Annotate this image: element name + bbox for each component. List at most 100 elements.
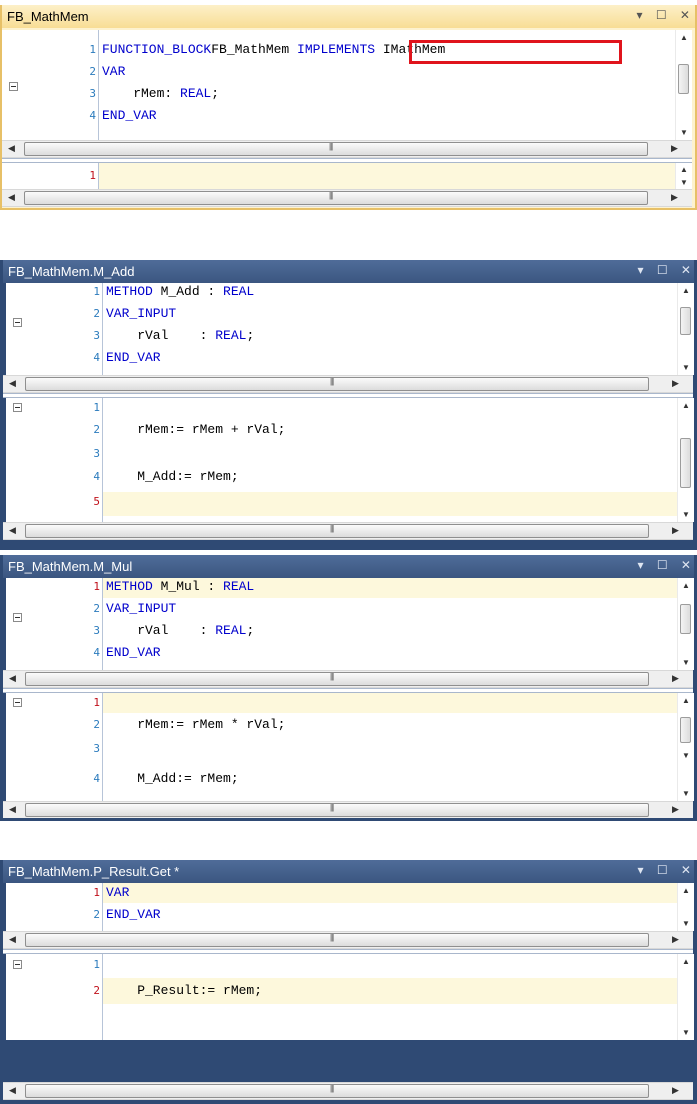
- scroll-thumb[interactable]: [25, 672, 649, 686]
- scroll-up-icon[interactable]: ▲: [680, 33, 688, 42]
- scroll-up-icon[interactable]: ▲: [682, 696, 690, 705]
- declaration-pane[interactable]: 1 METHOD M_Add : REAL 2 VAR_INPUT 3 rVal…: [6, 283, 694, 375]
- scroll-thumb[interactable]: [25, 1084, 649, 1098]
- implementation-pane[interactable]: 1 2 P_Result:= rMem; ▲ ▼: [6, 954, 694, 1040]
- scroll-thumb[interactable]: [24, 142, 648, 156]
- fold-minus-icon[interactable]: [13, 698, 22, 707]
- window-title-bar[interactable]: FB_MathMem.P_Result.Get * ▾ ☐ ✕: [3, 860, 694, 883]
- window-buttons[interactable]: ▾ ☐ ✕: [636, 8, 695, 22]
- implementation-pane[interactable]: 1 ▲ ▼: [2, 163, 692, 189]
- scroll-down-icon[interactable]: ▼: [682, 751, 690, 760]
- scroll-down-icon[interactable]: ▼: [680, 128, 688, 137]
- horizontal-scrollbar[interactable]: ◀ ||| ▶: [2, 140, 692, 158]
- declaration-pane[interactable]: 1 VAR 2 END_VAR ▲ ▼: [6, 883, 694, 931]
- scroll-left-icon[interactable]: ◀: [9, 934, 16, 945]
- scroll-down-icon[interactable]: ▼: [682, 363, 690, 372]
- scroll-right-icon[interactable]: ▶: [672, 1085, 679, 1096]
- code-line[interactable]: P_Result:= rMem;: [106, 983, 678, 998]
- horizontal-scrollbar[interactable]: ◀ ||| ▶: [3, 931, 693, 949]
- scroll-down-icon[interactable]: ▼: [682, 510, 690, 519]
- code-line[interactable]: VAR_INPUT: [106, 306, 678, 321]
- scroll-up-icon[interactable]: ▲: [682, 957, 690, 966]
- vertical-scrollbar[interactable]: ▲ ▼: [677, 954, 694, 1040]
- editor-window-fb-mathmem[interactable]: FB_MathMem ▾ ☐ ✕ 1 FUNCTION_BLOCKFB_Math…: [0, 5, 697, 210]
- horizontal-scrollbar[interactable]: ◀ ||| ▶: [3, 801, 693, 818]
- vertical-scrollbar[interactable]: ▲ ▼: [677, 883, 694, 931]
- vertical-scrollbar[interactable]: ▲ ▼: [677, 398, 694, 522]
- scroll-right-icon[interactable]: ▶: [672, 934, 679, 945]
- horizontal-scrollbar[interactable]: ◀ ||| ▶: [3, 522, 693, 540]
- scroll-right-icon[interactable]: ▶: [671, 143, 678, 154]
- scroll-left-icon[interactable]: ◀: [9, 804, 16, 815]
- code-line[interactable]: rMem: REAL;: [102, 86, 676, 101]
- horizontal-scrollbar[interactable]: ◀ ||| ▶: [3, 670, 693, 688]
- vertical-scrollbar[interactable]: ▼: [677, 763, 694, 801]
- scroll-up-icon[interactable]: ▲: [682, 886, 690, 895]
- scroll-thumb[interactable]: [678, 64, 689, 94]
- scroll-up-icon[interactable]: ▲: [682, 401, 690, 410]
- scroll-down-icon[interactable]: ▼: [682, 919, 690, 928]
- code-line[interactable]: M_Add:= rMem;: [106, 469, 678, 484]
- code-line[interactable]: END_VAR: [102, 108, 676, 123]
- scroll-thumb[interactable]: [680, 438, 691, 488]
- code-line[interactable]: rVal : REAL;: [106, 623, 678, 638]
- code-line[interactable]: END_VAR: [106, 907, 678, 922]
- code-line[interactable]: VAR: [106, 885, 678, 900]
- implementation-pane[interactable]: 1 2 rMem:= rMem * rVal; 3 ▲ ▼: [6, 693, 694, 763]
- window-title-bar[interactable]: FB_MathMem.M_Add ▾ ☐ ✕: [3, 260, 694, 283]
- horizontal-scrollbar[interactable]: ◀ ||| ▶: [2, 189, 692, 207]
- window-title-bar[interactable]: FB_MathMem ▾ ☐ ✕: [2, 5, 695, 28]
- scroll-left-icon[interactable]: ◀: [9, 525, 16, 536]
- window-buttons[interactable]: ▾ ☐ ✕: [637, 558, 694, 572]
- scroll-down-icon[interactable]: ▼: [682, 789, 690, 798]
- scroll-right-icon[interactable]: ▶: [671, 192, 678, 203]
- editor-window-m-mul-lower[interactable]: 4 M_Add:= rMem; ▼ ◀ ||| ▶: [0, 763, 697, 821]
- code-line[interactable]: VAR_INPUT: [106, 601, 678, 616]
- scroll-left-icon[interactable]: ◀: [8, 143, 15, 154]
- scroll-thumb[interactable]: [680, 307, 691, 335]
- editor-window-m-mul[interactable]: FB_MathMem.M_Mul ▾ ☐ ✕ 1 METHOD M_Mul : …: [0, 555, 697, 784]
- scroll-right-icon[interactable]: ▶: [672, 804, 679, 815]
- window-buttons[interactable]: ▾ ☐ ✕: [637, 863, 694, 877]
- fold-minus-icon[interactable]: [13, 613, 22, 622]
- fold-minus-icon[interactable]: [13, 403, 22, 412]
- vertical-scrollbar[interactable]: ▲ ▼: [677, 283, 694, 375]
- fold-minus-icon[interactable]: [9, 82, 18, 91]
- code-line[interactable]: END_VAR: [106, 350, 678, 365]
- editor-window-p-result-get[interactable]: FB_MathMem.P_Result.Get * ▾ ☐ ✕ 1 VAR 2 …: [0, 860, 697, 1104]
- window-buttons[interactable]: ▾ ☐ ✕: [637, 263, 694, 277]
- scroll-thumb[interactable]: [680, 717, 691, 743]
- fold-minus-icon[interactable]: [13, 960, 22, 969]
- vertical-scrollbar[interactable]: ▲ ▼: [677, 693, 694, 763]
- declaration-pane[interactable]: 1 FUNCTION_BLOCKFB_MathMem IMPLEMENTS IM…: [2, 30, 692, 140]
- code-line[interactable]: VAR: [102, 64, 676, 79]
- horizontal-scrollbar[interactable]: ◀ ||| ▶: [3, 1082, 693, 1100]
- scroll-left-icon[interactable]: ◀: [9, 378, 16, 389]
- scroll-thumb[interactable]: [25, 524, 649, 538]
- window-title-bar[interactable]: FB_MathMem.M_Mul ▾ ☐ ✕: [3, 555, 694, 578]
- code-line[interactable]: rMem:= rMem + rVal;: [106, 422, 678, 437]
- vertical-scrollbar[interactable]: ▲ ▼: [677, 578, 694, 670]
- vertical-scrollbar[interactable]: ▲ ▼: [675, 163, 692, 189]
- scroll-down-icon[interactable]: ▼: [682, 658, 690, 667]
- scroll-up-icon[interactable]: ▲: [682, 581, 690, 590]
- code-line[interactable]: METHOD M_Mul : REAL: [106, 579, 678, 594]
- scroll-left-icon[interactable]: ◀: [9, 673, 16, 684]
- code-line[interactable]: M_Add:= rMem;: [106, 771, 678, 786]
- scroll-down-icon[interactable]: ▼: [680, 178, 688, 187]
- scroll-up-icon[interactable]: ▲: [680, 165, 688, 174]
- code-line[interactable]: METHOD M_Add : REAL: [106, 284, 678, 299]
- scroll-thumb[interactable]: [25, 377, 649, 391]
- implementation-pane[interactable]: 4 M_Add:= rMem; ▼: [6, 763, 694, 801]
- implementation-pane[interactable]: 1 2 rMem:= rMem + rVal; 3 4 M_Add:= rMem…: [6, 398, 694, 522]
- scroll-thumb[interactable]: [25, 933, 649, 947]
- vertical-scrollbar[interactable]: ▲ ▼: [675, 30, 692, 140]
- scroll-thumb[interactable]: [24, 191, 648, 205]
- scroll-left-icon[interactable]: ◀: [8, 192, 15, 203]
- scroll-thumb[interactable]: [25, 803, 649, 817]
- horizontal-scrollbar[interactable]: ◀ ||| ▶: [3, 375, 693, 393]
- scroll-up-icon[interactable]: ▲: [682, 286, 690, 295]
- declaration-pane[interactable]: 1 METHOD M_Mul : REAL 2 VAR_INPUT 3 rVal…: [6, 578, 694, 670]
- scroll-left-icon[interactable]: ◀: [9, 1085, 16, 1096]
- editor-window-m-add[interactable]: FB_MathMem.M_Add ▾ ☐ ✕ 1 METHOD M_Add : …: [0, 260, 697, 550]
